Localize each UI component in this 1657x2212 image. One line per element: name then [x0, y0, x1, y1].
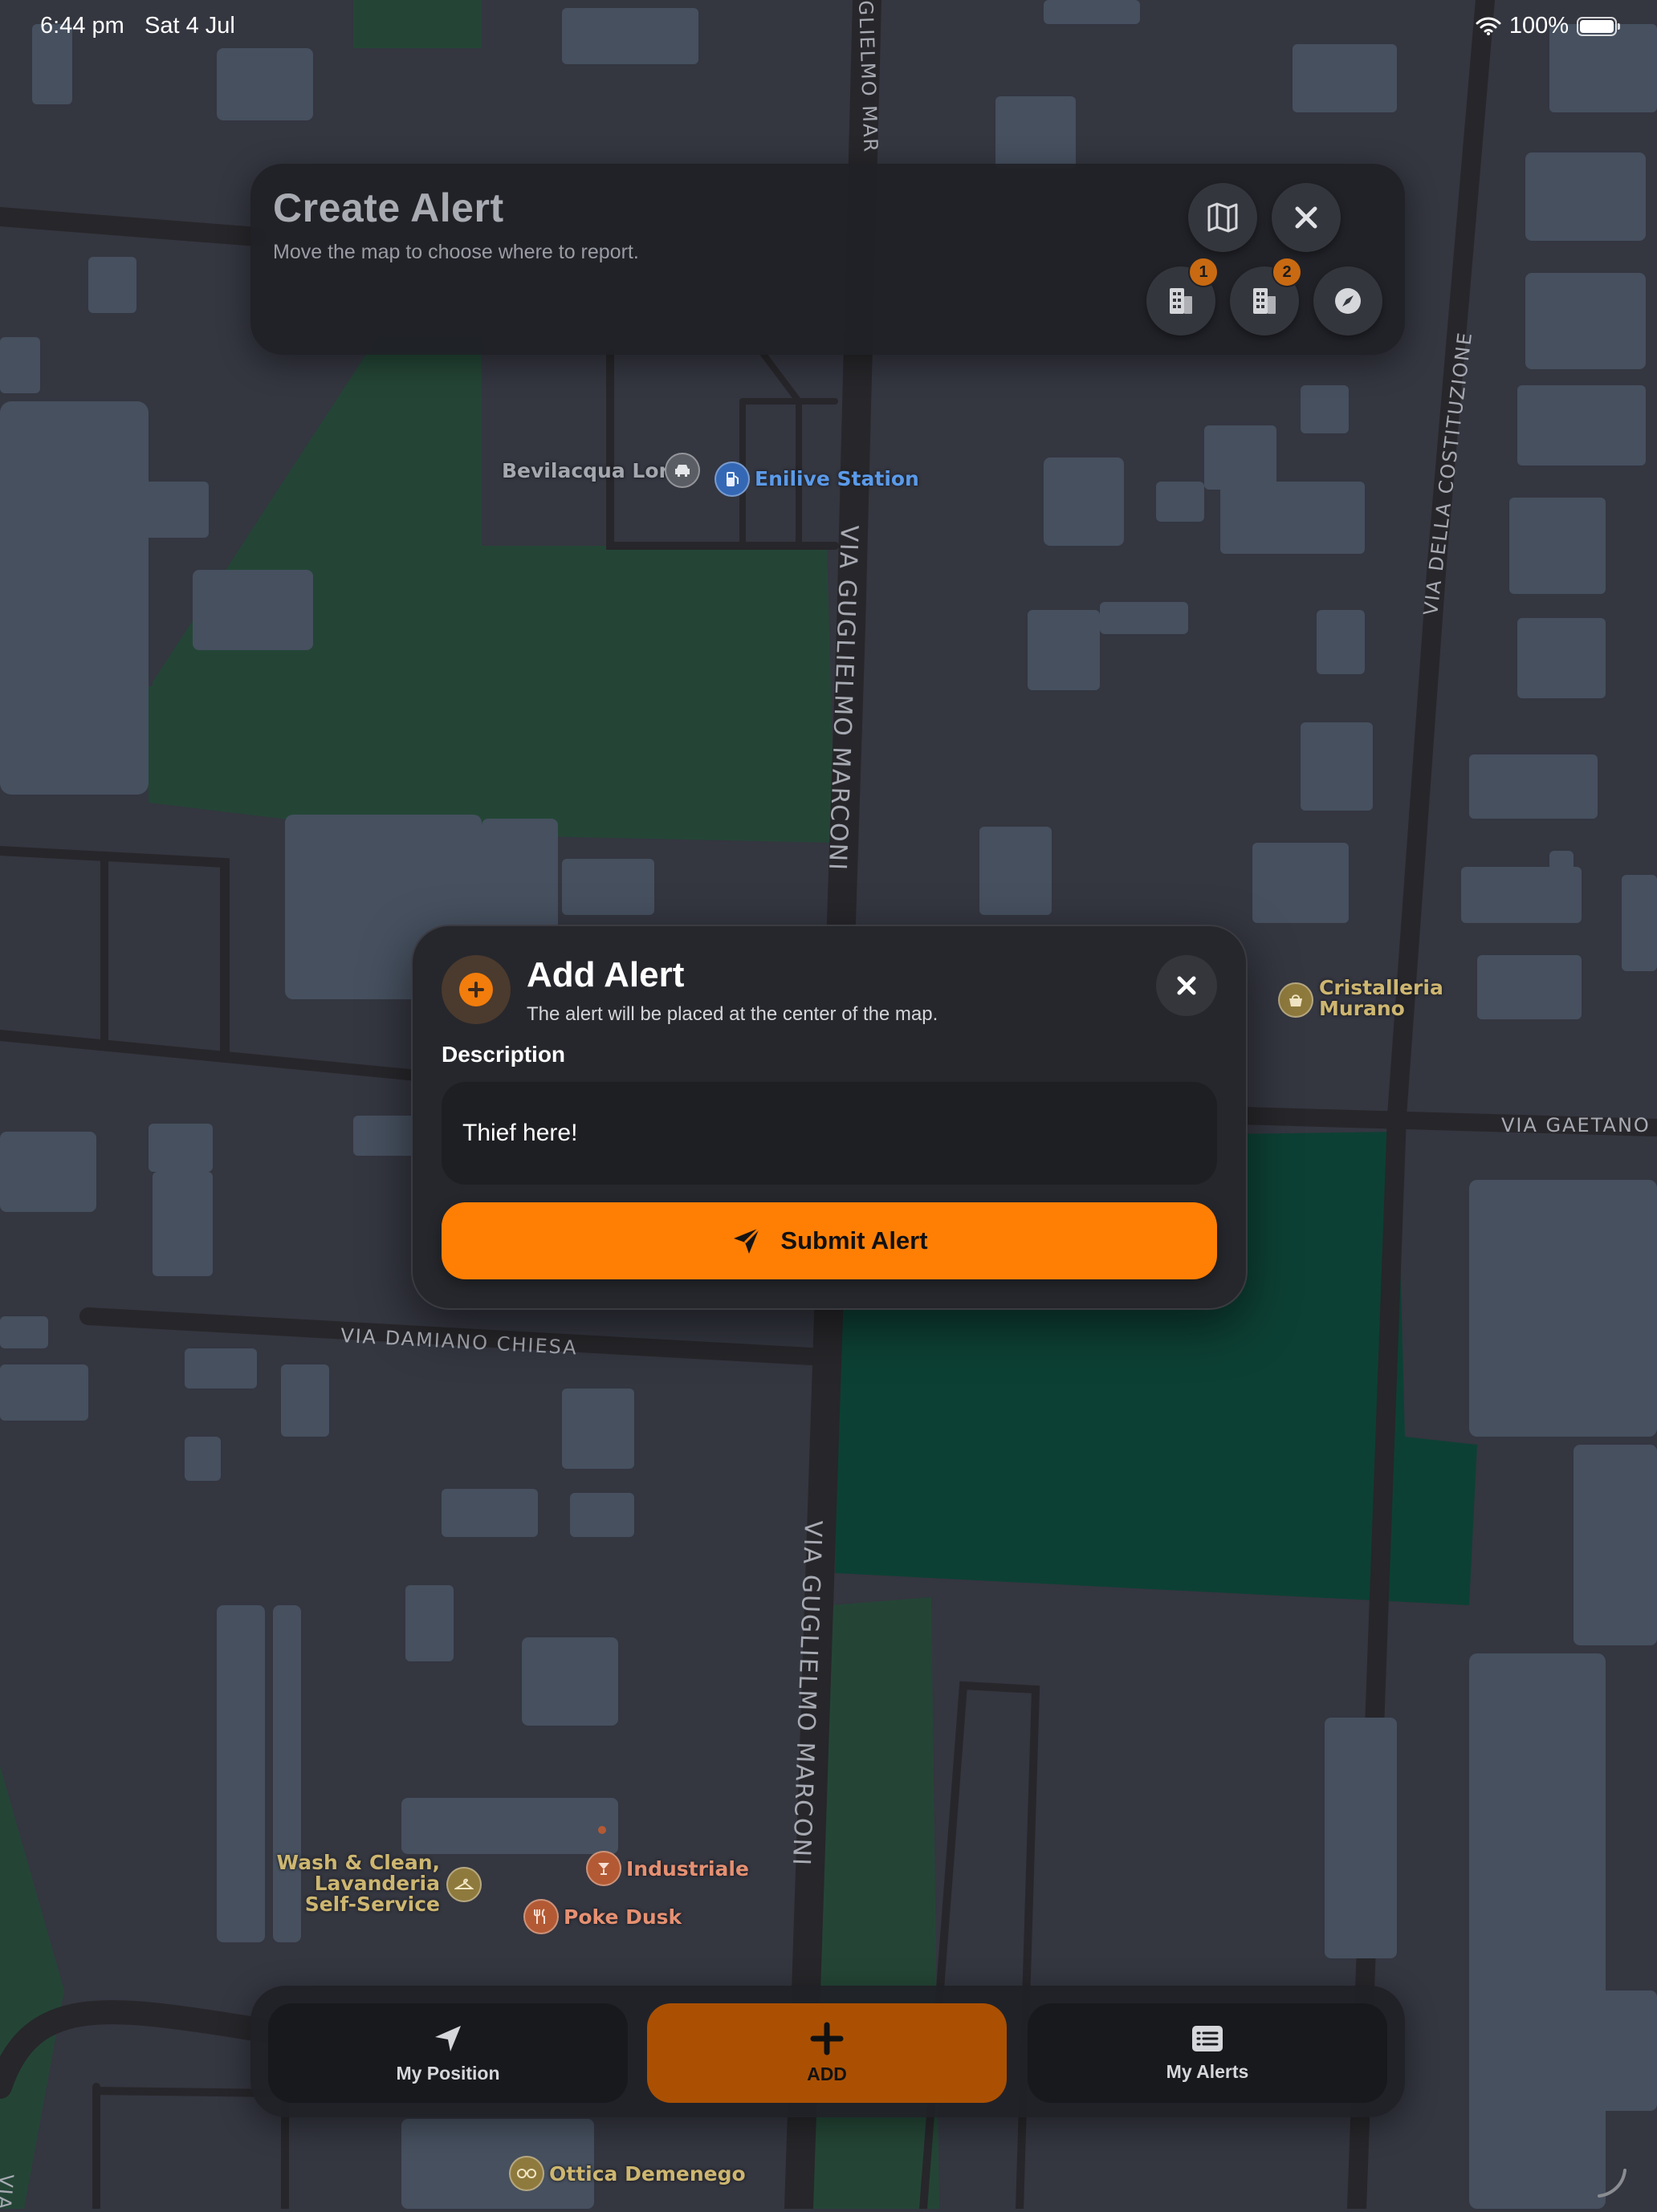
building-icon — [1253, 288, 1276, 314]
status-date: Sat 4 Jul — [145, 13, 235, 39]
wifi-icon — [1476, 17, 1501, 35]
my-alerts-button[interactable]: My Alerts — [1028, 2003, 1387, 2103]
status-right: 100% — [1476, 13, 1620, 39]
add-label: ADD — [807, 2063, 847, 2084]
car-service-pin[interactable] — [665, 453, 700, 488]
status-bar: 6:44 pm Sat 4 Jul 100% — [0, 0, 1657, 51]
poi-label-poke[interactable]: Poke Dusk — [564, 1905, 682, 1929]
buildings-1-badge: 1 — [1188, 257, 1219, 287]
map-dot — [598, 1826, 606, 1834]
plus-circle-icon — [459, 973, 493, 1006]
my-position-label: My Position — [396, 2062, 500, 2084]
restaurant-pin[interactable] — [523, 1899, 559, 1934]
my-position-button[interactable]: My Position — [268, 2003, 628, 2103]
buildings-2-button[interactable]: 2 — [1230, 257, 1302, 335]
glasses-icon — [517, 2169, 536, 2178]
poi-label-cristalleria-line2: Murano — [1319, 997, 1405, 1020]
fuel-icon — [727, 472, 739, 486]
buildings-2-badge: 2 — [1272, 257, 1302, 287]
status-time: 6:44 pm — [40, 13, 124, 39]
modal-title: Add Alert — [527, 955, 685, 994]
poi-label-wash-line3: Self-Service — [304, 1893, 440, 1916]
fuel-station-pin[interactable] — [715, 462, 750, 497]
bar-pin[interactable] — [586, 1851, 621, 1886]
location-arrow-icon — [435, 2025, 461, 2051]
optician-pin[interactable] — [509, 2156, 544, 2191]
bottom-nav: My Position ADD My Alerts — [250, 1986, 1405, 2117]
header-title: Create Alert — [273, 185, 504, 230]
poi-label-wash-line1: Wash & Clean, — [276, 1851, 440, 1874]
send-icon — [734, 1226, 761, 1254]
battery-percent: 100% — [1508, 13, 1569, 39]
header-subtitle: Move the map to choose where to report. — [273, 241, 639, 263]
poi-label-enilive[interactable]: Enilive Station — [755, 467, 919, 490]
submit-alert-label: Submit Alert — [780, 1226, 928, 1254]
bag-icon — [1289, 994, 1302, 1006]
resize-handle-icon — [1598, 2169, 1626, 2198]
add-alert-modal: Add Alert The alert will be placed at th… — [411, 925, 1248, 1310]
fork-knife-icon — [534, 1909, 545, 1924]
add-alert-icon-badge — [442, 955, 511, 1024]
close-icon — [1295, 206, 1317, 229]
add-button[interactable]: ADD — [647, 2003, 1007, 2103]
compass-icon — [1335, 288, 1361, 314]
description-label: Description — [442, 1042, 566, 1067]
poi-label-ottica[interactable]: Ottica Demenego — [549, 2162, 746, 2186]
battery-icon — [1577, 16, 1620, 36]
poi-label-wash[interactable]: Wash & Clean, Lavanderia Self-Service — [273, 1852, 440, 1915]
buildings-1-button[interactable]: 1 — [1146, 257, 1219, 335]
compass-button[interactable] — [1313, 266, 1382, 335]
modal-subtitle: The alert will be placed at the center o… — [527, 1003, 938, 1025]
close-header-button[interactable] — [1272, 183, 1341, 252]
poi-label-bevilacqua[interactable]: Bevilacqua Loris — [502, 459, 687, 482]
plus-icon — [810, 2022, 844, 2055]
store-pin[interactable] — [1278, 982, 1313, 1018]
car-icon — [675, 465, 690, 477]
create-alert-header: Create Alert Move the map to choose wher… — [250, 164, 1405, 355]
poi-label-cristalleria-line1: Cristalleria — [1319, 976, 1443, 999]
close-icon — [1177, 976, 1196, 995]
poi-label-wash-line2: Lavanderia — [314, 1872, 440, 1895]
list-icon — [1192, 2025, 1223, 2051]
cocktail-icon — [598, 1863, 609, 1875]
building-icon — [1170, 288, 1192, 314]
poi-label-industriale[interactable]: Industriale — [626, 1857, 749, 1881]
map-icon — [1207, 202, 1238, 233]
laundry-pin[interactable] — [446, 1867, 482, 1902]
description-input[interactable] — [442, 1082, 1217, 1185]
poi-label-cristalleria[interactable]: Cristalleria Murano — [1319, 978, 1443, 1019]
submit-alert-button[interactable]: Submit Alert — [442, 1202, 1217, 1279]
map-layers-button[interactable] — [1188, 183, 1257, 252]
hanger-icon — [454, 1878, 474, 1889]
street-label-gaetano: VIA GAETANO T — [1501, 1114, 1657, 1136]
modal-close-button[interactable] — [1156, 955, 1217, 1016]
my-alerts-label: My Alerts — [1166, 2060, 1249, 2082]
